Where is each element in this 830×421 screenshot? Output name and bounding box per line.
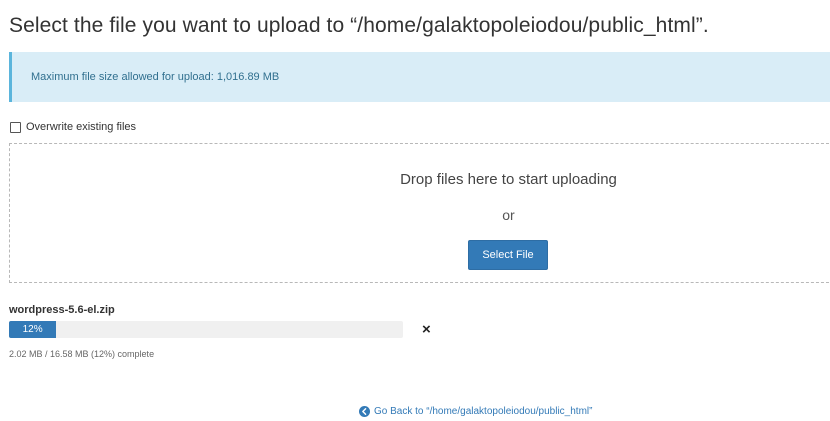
- circle-arrow-left-icon: [359, 406, 370, 417]
- page-title: Select the file you want to upload to “/…: [9, 14, 709, 37]
- go-back-link[interactable]: Go Back to “/home/galaktopoleiodou/publi…: [359, 406, 592, 417]
- overwrite-label: Overwrite existing files: [26, 121, 137, 133]
- drop-zone[interactable]: Drop files here to start uploading or Se…: [9, 143, 830, 283]
- upload-status: 2.02 MB / 16.58 MB (12%) complete: [9, 349, 155, 359]
- upload-filename: wordpress-5.6-el.zip: [9, 304, 115, 316]
- overwrite-checkbox[interactable]: [10, 121, 21, 133]
- max-size-text: Maximum file size allowed for upload: 1,…: [31, 71, 280, 83]
- upload-progress-fill: 12%: [9, 321, 57, 338]
- max-size-alert: Maximum file size allowed for upload: 1,…: [9, 52, 830, 102]
- or-separator: or: [502, 207, 515, 223]
- overwrite-option[interactable]: Overwrite existing files: [10, 121, 136, 133]
- file-upload-page: Select the file you want to upload to “/…: [0, 0, 830, 421]
- select-file-button[interactable]: Select File: [468, 240, 548, 270]
- upload-progress-bar: 12%: [9, 321, 403, 338]
- go-back-label: Go Back to “/home/galaktopoleiodou/publi…: [374, 406, 593, 417]
- drop-prompt: Drop files here to start uploading: [400, 171, 617, 188]
- cancel-upload-icon[interactable]: ×: [422, 321, 431, 338]
